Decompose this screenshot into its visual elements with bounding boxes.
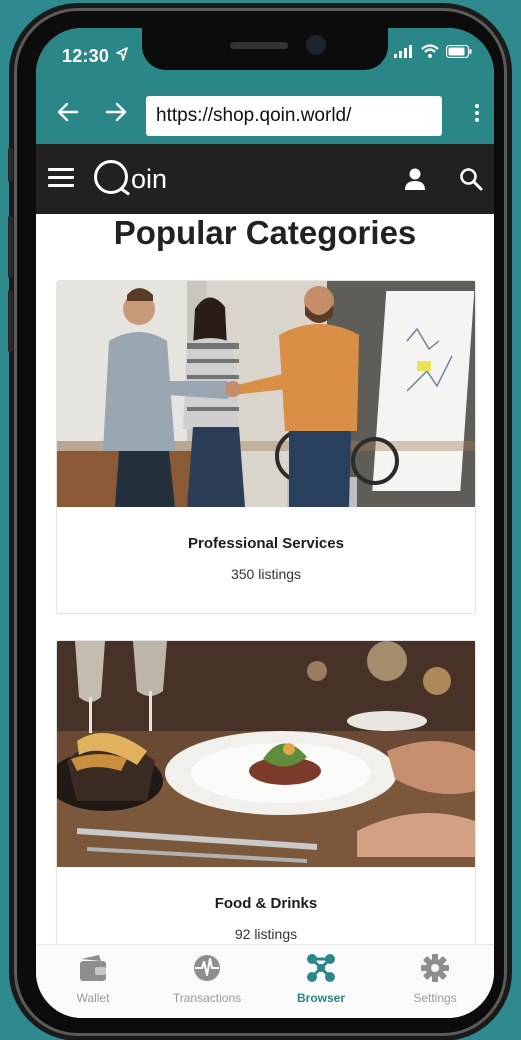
volume-down-button — [8, 290, 13, 352]
search-icon[interactable] — [458, 166, 484, 197]
browser-toolbar: https://shop.qoin.world/ — [36, 86, 494, 144]
tab-wallet[interactable]: Wallet — [36, 953, 150, 1005]
category-card-food-drinks[interactable]: Food & Drinks 92 listings — [56, 640, 476, 944]
status-bar: 12:30 — [36, 28, 494, 86]
tab-label: Transactions — [172, 991, 242, 1005]
tab-label: Browser — [296, 991, 346, 1005]
wifi-icon — [421, 44, 439, 63]
phone-screen: 12:30 https://shop.qoin.world/ oin Popul… — [36, 28, 494, 1018]
signal-icon — [394, 44, 414, 63]
tab-label: Settings — [413, 991, 457, 1005]
status-time: 12:30 — [62, 46, 110, 66]
category-name: Food & Drinks — [214, 895, 318, 912]
app-header: oin — [36, 144, 494, 214]
logo-q-mark — [94, 160, 128, 194]
page-content: Popular Categories Professional Services… — [36, 214, 494, 944]
volume-up-button — [8, 216, 13, 278]
forward-arrow-icon[interactable] — [104, 100, 128, 128]
mute-switch — [8, 148, 13, 182]
back-arrow-icon[interactable] — [56, 100, 80, 128]
restaurant-dinner-photo — [57, 641, 475, 867]
tab-label: Wallet — [76, 991, 110, 1005]
notch — [142, 28, 388, 70]
bottom-tab-bar: Wallet Transactions Browser Settings — [36, 944, 494, 1018]
wallet-icon — [77, 955, 109, 987]
gear-icon — [419, 954, 451, 987]
tab-browser[interactable]: Browser — [264, 953, 378, 1005]
business-handshake-photo — [57, 281, 475, 507]
category-count: 92 listings — [234, 926, 298, 942]
tab-settings[interactable]: Settings — [378, 953, 492, 1005]
url-input[interactable]: https://shop.qoin.world/ — [146, 96, 442, 136]
location-arrow-icon — [116, 47, 128, 66]
category-count: 350 listings — [230, 566, 302, 582]
network-icon — [305, 954, 337, 987]
user-icon[interactable] — [402, 166, 428, 197]
speaker-grille — [230, 42, 288, 49]
battery-icon — [445, 44, 472, 63]
category-card-professional-services[interactable]: Professional Services 350 listings — [56, 280, 476, 614]
tab-transactions[interactable]: Transactions — [150, 953, 264, 1005]
logo-text: oin — [131, 164, 168, 194]
hamburger-icon[interactable] — [48, 168, 74, 192]
system-icons — [394, 44, 472, 63]
kebab-menu-icon[interactable] — [474, 104, 480, 122]
front-camera — [308, 37, 324, 53]
pulse-icon — [191, 955, 223, 987]
qoin-logo[interactable]: oin — [94, 160, 167, 194]
page-title: Popular Categories — [113, 214, 417, 251]
category-name: Professional Services — [188, 535, 344, 552]
